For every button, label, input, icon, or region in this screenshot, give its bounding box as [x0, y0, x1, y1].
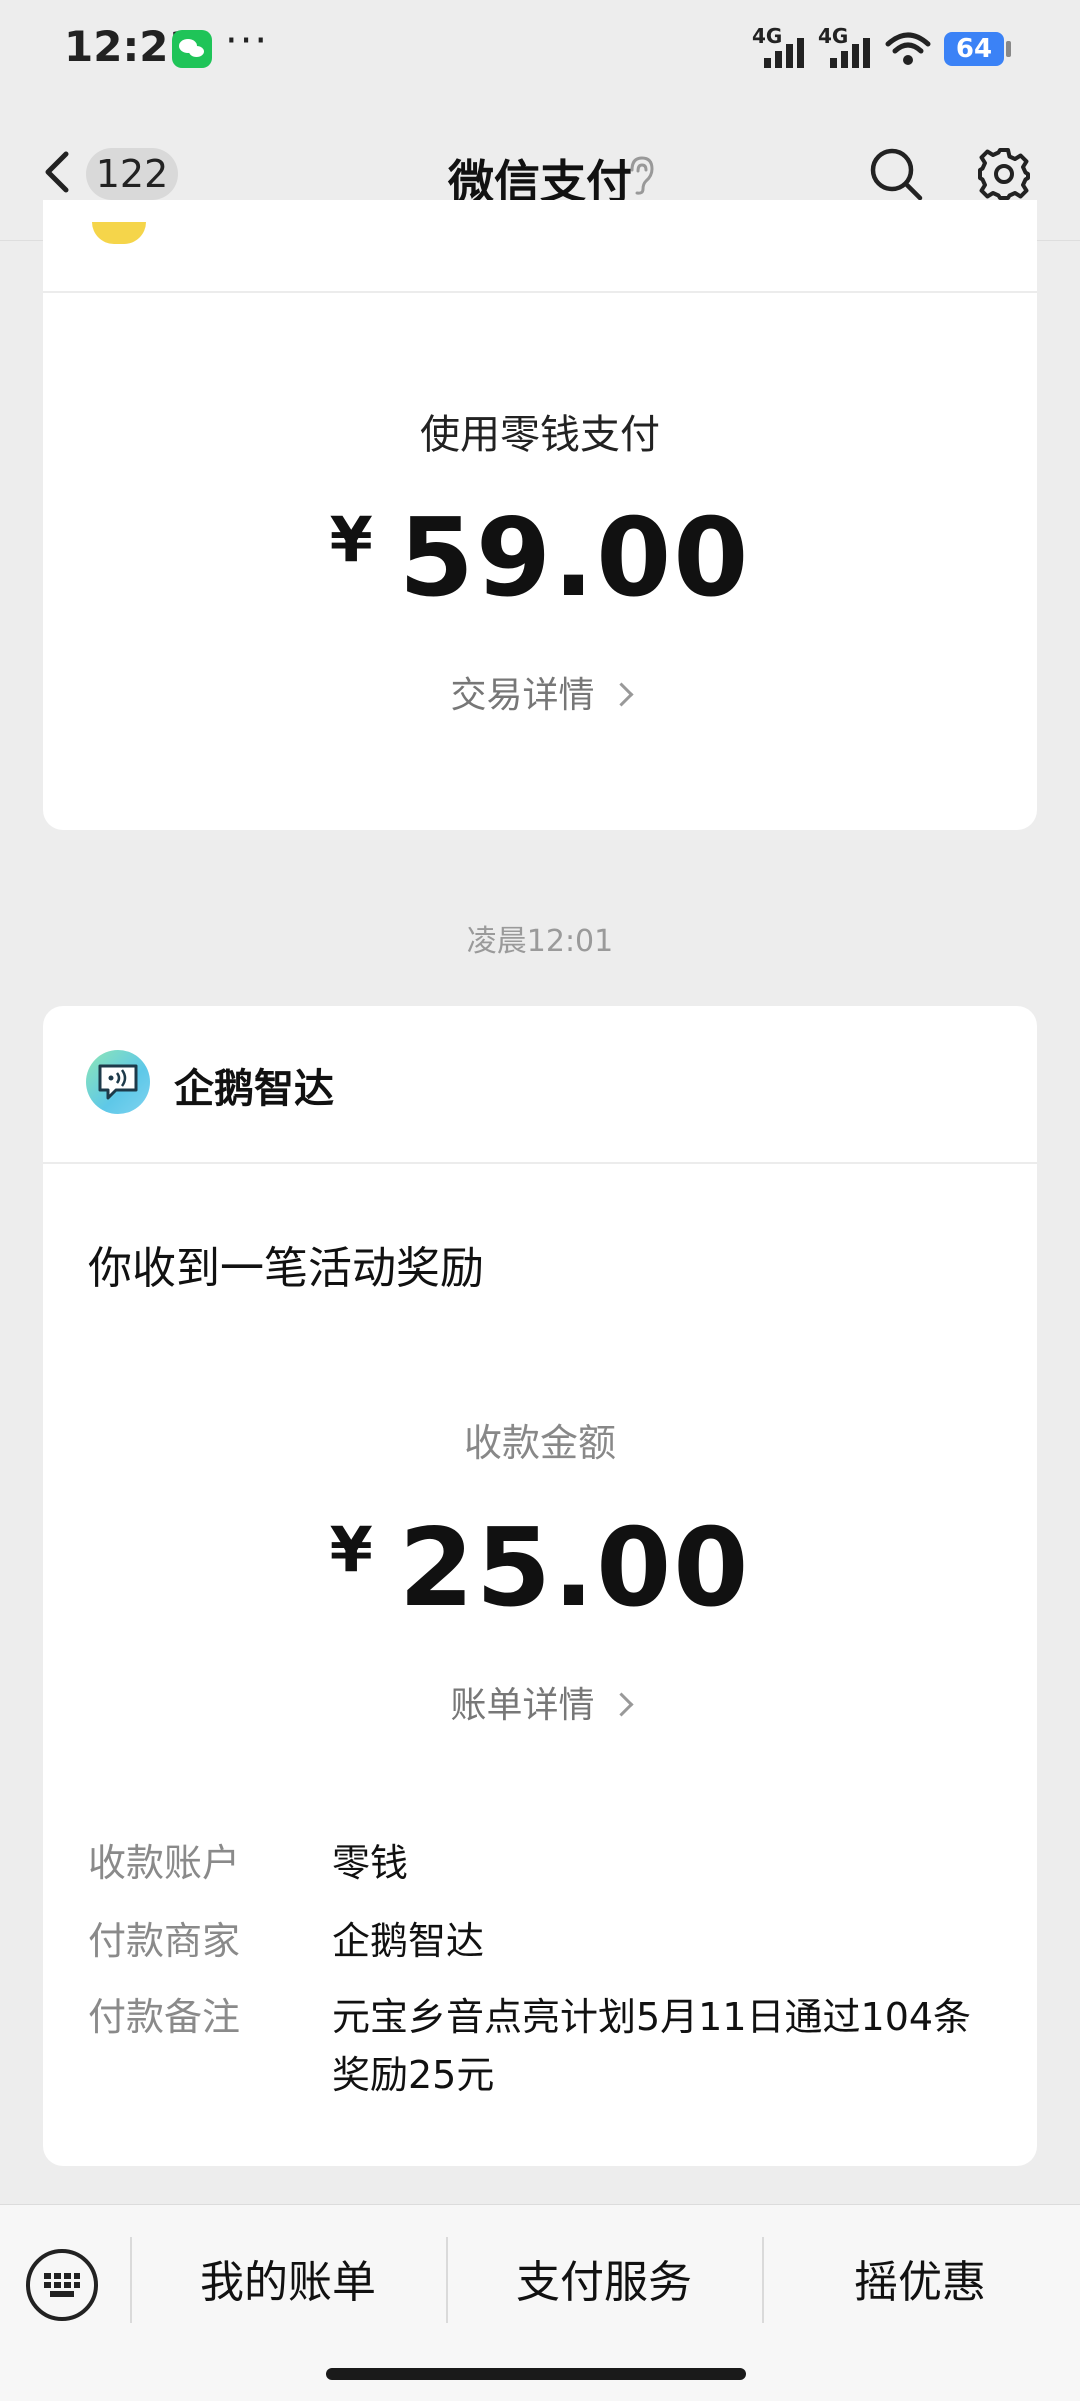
received-amount-label: 收款金额 — [463, 1421, 616, 1465]
signal-icon-1 — [764, 38, 810, 68]
status-bar: 12:21 ··· 4G 4G 64 — [0, 0, 1080, 100]
bill-detail-link[interactable]: 账单详情 — [0, 1676, 1080, 1728]
pay-method-label: 使用零钱支付 — [420, 412, 660, 458]
info-key: 付款商家 — [88, 1919, 241, 1963]
card-divider — [43, 1162, 1037, 1164]
wifi-icon — [884, 30, 932, 68]
info-value: 零钱 — [332, 1841, 409, 1885]
chevron-right-icon — [608, 1692, 634, 1717]
currency-symbol: ¥ — [329, 503, 373, 576]
menu-my-bills[interactable]: 我的账单 — [138, 2251, 438, 2315]
payment-amount: ¥59.00 — [0, 496, 1080, 621]
home-indicator[interactable] — [326, 2368, 746, 2380]
menu-separator — [130, 2237, 132, 2323]
speech-bubble-icon — [98, 1064, 138, 1100]
info-value: 企鹅智达 — [332, 1919, 485, 1963]
menu-separator — [446, 2237, 448, 2323]
transaction-detail-label: 交易详情 — [450, 675, 595, 716]
message-timestamp: 凌晨12:01 — [466, 924, 614, 959]
chevron-right-icon — [608, 682, 634, 707]
reward-notice: 你收到一笔活动奖励 — [88, 1243, 484, 1294]
more-notifications-icon: ··· — [225, 18, 270, 64]
menu-shake-deals[interactable]: 摇优惠 — [770, 2251, 1070, 2315]
signal-icon-2 — [830, 38, 876, 68]
amount-value: 25.00 — [398, 1506, 751, 1631]
amount-value: 59.00 — [398, 496, 751, 621]
ear-icon — [630, 156, 654, 195]
merchant-avatar — [86, 1050, 150, 1114]
wechat-notification-icon — [172, 30, 212, 68]
keyboard-toggle-button[interactable] — [26, 2249, 98, 2321]
info-key: 付款备注 — [88, 1995, 241, 2039]
gear-icon[interactable] — [976, 146, 1032, 202]
menu-payment-services[interactable]: 支付服务 — [454, 2251, 754, 2315]
bill-detail-label: 账单详情 — [450, 1685, 595, 1726]
received-amount: ¥25.00 — [0, 1506, 1080, 1631]
currency-symbol: ¥ — [329, 1513, 373, 1586]
info-key: 收款账户 — [88, 1841, 241, 1885]
menu-separator — [762, 2237, 764, 2323]
search-icon[interactable] — [868, 146, 924, 202]
battery-icon: 64 — [944, 32, 1004, 66]
merchant-name: 企鹅智达 — [174, 1066, 334, 1112]
battery-tip — [1006, 41, 1011, 57]
card-divider — [43, 291, 1037, 293]
keyboard-icon — [44, 2273, 80, 2297]
transaction-detail-link[interactable]: 交易详情 — [0, 666, 1080, 718]
info-value: 元宝乡音点亮计划5月11日通过104条奖励25元 — [332, 1995, 972, 2097]
